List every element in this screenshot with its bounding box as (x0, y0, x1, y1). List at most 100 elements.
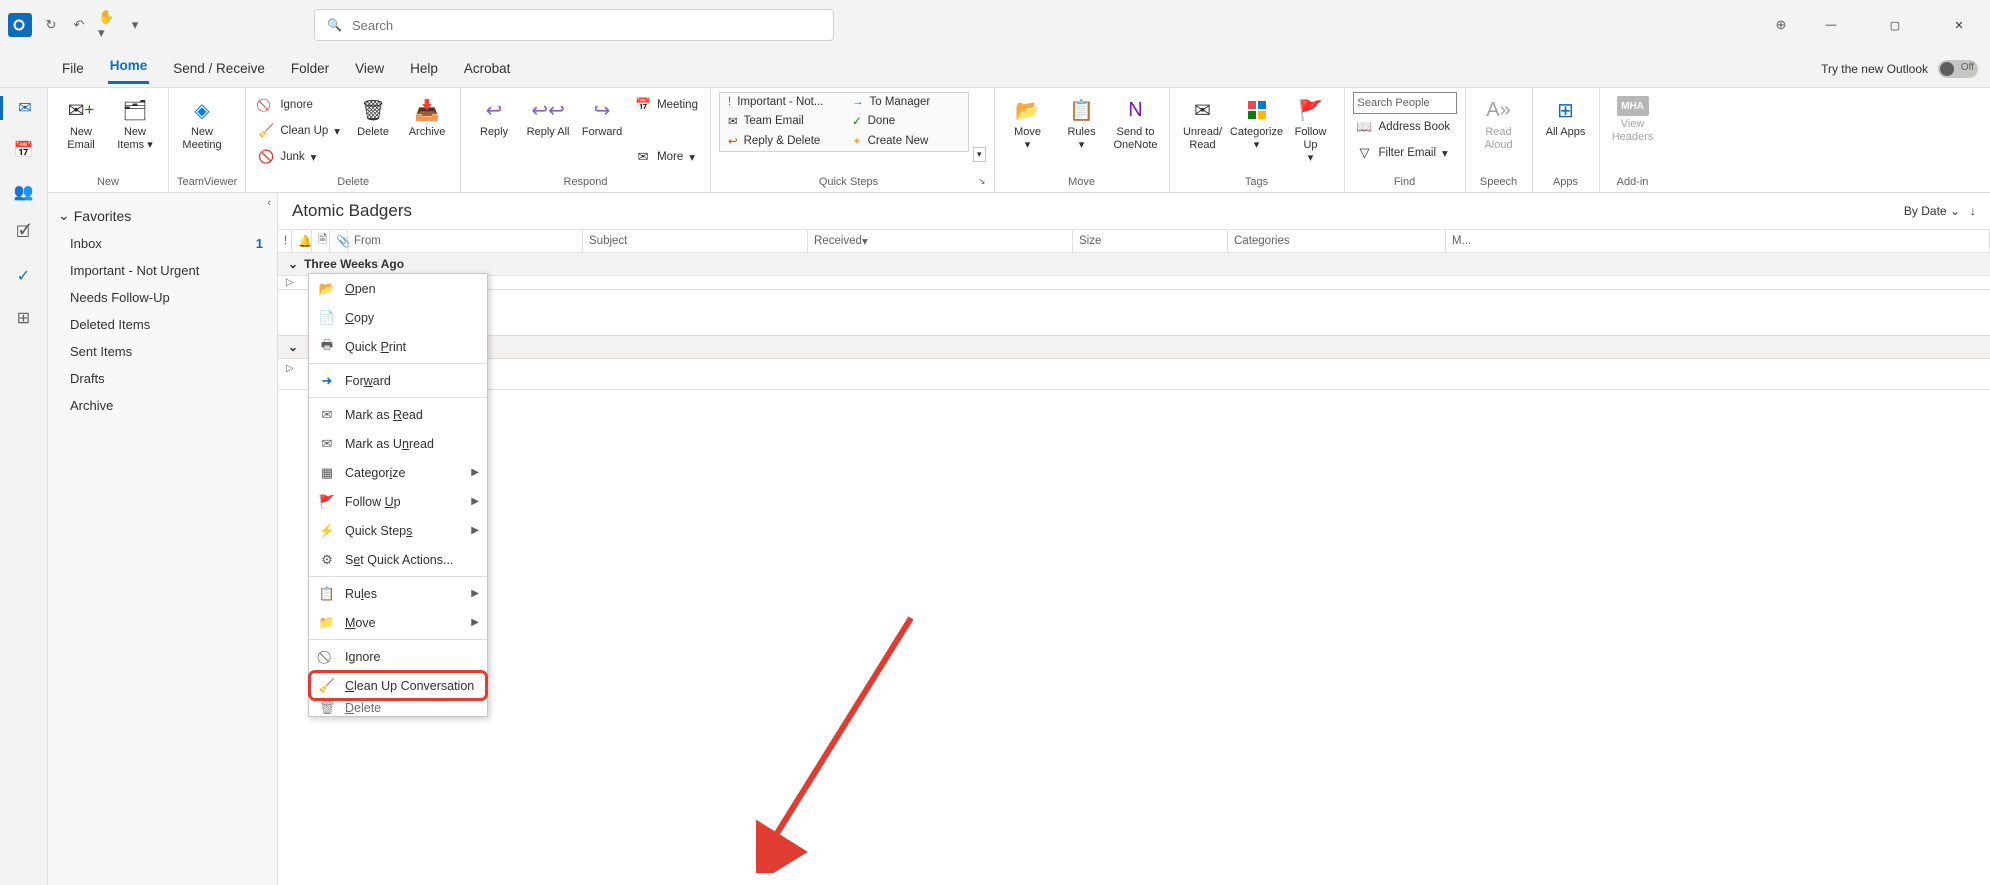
quicksteps-launcher-icon[interactable]: ↘ (978, 176, 986, 188)
ctx-quick-print[interactable]: 🖶Quick Print (309, 332, 487, 361)
customize-icon[interactable]: ▾ (126, 16, 144, 34)
archive-button[interactable]: 📥Archive (402, 92, 452, 143)
meeting-button[interactable]: 📅Meeting (631, 92, 702, 118)
ctx-forward[interactable]: ➜Forward (309, 366, 487, 395)
col-size[interactable]: Size (1073, 230, 1228, 252)
menu-file[interactable]: File (60, 57, 86, 80)
search-icon: 🔍 (327, 18, 342, 32)
menu-sendreceive[interactable]: Send / Receive (171, 57, 267, 80)
col-subject[interactable]: Subject (583, 230, 808, 252)
ctx-label: Ignore (345, 650, 380, 664)
ctx-follow-up[interactable]: 🚩Follow Up▶ (309, 487, 487, 516)
ctx-delete[interactable]: 🗑Delete (309, 700, 487, 716)
search-input[interactable] (352, 18, 821, 33)
reply-button[interactable]: ↩Reply (469, 92, 519, 143)
bolt-icon: ⚡ (319, 523, 335, 539)
delete-button[interactable]: 🗑Delete (348, 92, 398, 143)
filter-email-button[interactable]: ▽Filter Email ▾ (1353, 140, 1457, 166)
ctx-open[interactable]: 📂Open (309, 274, 487, 303)
move-button[interactable]: 📂Move▾ (1003, 92, 1053, 156)
all-apps-button[interactable]: ⊞All Apps (1541, 92, 1591, 143)
quicksteps-gallery[interactable]: !Important - Not... →To Manager ✉Team Em… (719, 92, 969, 152)
chevron-down-icon: ⌄ (58, 207, 70, 224)
mail-rail-icon[interactable]: ✉ (0, 96, 48, 120)
maximize-button[interactable]: ▢ (1872, 9, 1918, 41)
ctx-move[interactable]: 📁Move▶ (309, 608, 487, 637)
folder-important[interactable]: Important - Not Urgent (48, 257, 277, 284)
onenote-button[interactable]: NSend to OneNote (1111, 92, 1161, 156)
undo-icon[interactable]: ↶ (70, 16, 88, 34)
folder-needsfollowup[interactable]: Needs Follow-Up (48, 284, 277, 311)
col-from[interactable]: From (348, 230, 583, 252)
junk-button[interactable]: 🚫Junk ▾ (254, 144, 344, 170)
apps-rail-icon[interactable]: ⊞ (12, 306, 36, 330)
people-rail-icon[interactable]: 👥 (12, 180, 36, 204)
close-button[interactable]: ✕ (1936, 9, 1982, 41)
ctx-rules[interactable]: 📋Rules▶ (309, 579, 487, 608)
folder-deleted[interactable]: Deleted Items (48, 311, 277, 338)
view-headers-button[interactable]: MHAView Headers (1608, 92, 1658, 148)
ribbon-group-move: 📂Move▾ 📋Rules▾ NSend to OneNote Move (995, 88, 1170, 192)
more-respond-button[interactable]: ✉More ▾ (631, 144, 702, 170)
col-importance[interactable]: ! (278, 230, 292, 252)
refresh-icon[interactable]: ↻ (42, 16, 60, 34)
collapse-folder-pane-icon[interactable]: ‹ (267, 197, 271, 209)
conversation-row[interactable]: ▷ (278, 276, 1990, 290)
ctx-mark-as-unread[interactable]: ✉Mark as Unread (309, 429, 487, 458)
search-box[interactable]: 🔍 (314, 9, 834, 41)
print-icon: 🖶 (319, 339, 335, 355)
new-meeting-button[interactable]: ◈New Meeting (177, 92, 227, 156)
calendar-rail-icon[interactable]: 📅 (12, 138, 36, 162)
ignore-button[interactable]: ⃠Ignore (254, 92, 344, 118)
col-received[interactable]: Received ▾ (808, 230, 1073, 252)
menu-home[interactable]: Home (108, 54, 150, 84)
forward-button[interactable]: ↪Forward (577, 92, 627, 143)
titlebar-right: ⊕ — ▢ ✕ (1772, 9, 1982, 41)
ctx-copy[interactable]: 📄Copy (309, 303, 487, 332)
delete-icon: 🗑 (319, 700, 335, 716)
try-new-toggle[interactable]: Off (1938, 60, 1978, 78)
ctx-ignore[interactable]: ⃠Ignore (309, 642, 487, 671)
menu-folder[interactable]: Folder (289, 57, 331, 80)
favorites-header[interactable]: ⌄Favorites (48, 201, 277, 230)
search-people-input[interactable]: Search People (1353, 92, 1457, 114)
new-email-button[interactable]: ✉+New Email (56, 92, 106, 156)
menu-view[interactable]: View (353, 57, 386, 80)
categorize-button[interactable]: Categorize▾ (1232, 92, 1282, 156)
tasks-rail-icon[interactable]: 🗹 (12, 222, 36, 246)
read-aloud-button[interactable]: A»Read Aloud (1474, 92, 1524, 156)
sort-by-button[interactable]: By Date ⌄ (1904, 204, 1960, 218)
address-book-button[interactable]: 📖Address Book (1353, 114, 1457, 140)
gem-icon[interactable]: ⊕ (1772, 16, 1790, 34)
col-categories[interactable]: Categories (1228, 230, 1446, 252)
todo-rail-icon[interactable]: ✓ (12, 264, 36, 288)
ribbon-group-teamviewer: ◈New Meeting TeamViewer (169, 88, 246, 192)
minimize-button[interactable]: — (1808, 9, 1854, 41)
quicksteps-more-icon[interactable]: ▾ (973, 147, 986, 162)
col-icon[interactable]: 🗎 (312, 230, 330, 252)
col-attachment[interactable]: 📎 (330, 230, 348, 252)
touch-icon[interactable]: ✋▾ (98, 16, 116, 34)
cleanup-button[interactable]: 🧹Clean Up ▾ (254, 118, 344, 144)
ctx-quick-steps[interactable]: ⚡Quick Steps▶ (309, 516, 487, 545)
folder-archive[interactable]: Archive (48, 392, 277, 419)
menu-help[interactable]: Help (408, 57, 440, 80)
folder-drafts[interactable]: Drafts (48, 365, 277, 392)
followup-button[interactable]: 🚩Follow Up▾ (1286, 92, 1336, 170)
ctx-clean-up-conversation[interactable]: 🧹Clean Up Conversation (309, 671, 487, 700)
replyall-button[interactable]: ↩↩Reply All (523, 92, 573, 143)
folder-inbox[interactable]: Inbox1 (48, 230, 277, 257)
sort-direction-button[interactable]: ↓ (1970, 204, 1976, 218)
categorize-icon: ▦ (319, 465, 335, 481)
rules-button[interactable]: 📋Rules▾ (1057, 92, 1107, 156)
menu-acrobat[interactable]: Acrobat (462, 57, 513, 80)
col-reminder[interactable]: 🔔 (292, 230, 312, 252)
ctx-set-quick-actions-[interactable]: ⚙Set Quick Actions... (309, 545, 487, 574)
col-mentions[interactable]: M... (1446, 230, 1990, 252)
folder-sent[interactable]: Sent Items (48, 338, 277, 365)
new-items-button[interactable]: 🗂New Items ▾ (110, 92, 160, 156)
ctx-categorize[interactable]: ▦Categorize▶ (309, 458, 487, 487)
group-three-weeks[interactable]: ⌄Three Weeks Ago (278, 253, 1990, 276)
ctx-mark-as-read[interactable]: ✉Mark as Read (309, 400, 487, 429)
unread-button[interactable]: ✉Unread/ Read (1178, 92, 1228, 156)
